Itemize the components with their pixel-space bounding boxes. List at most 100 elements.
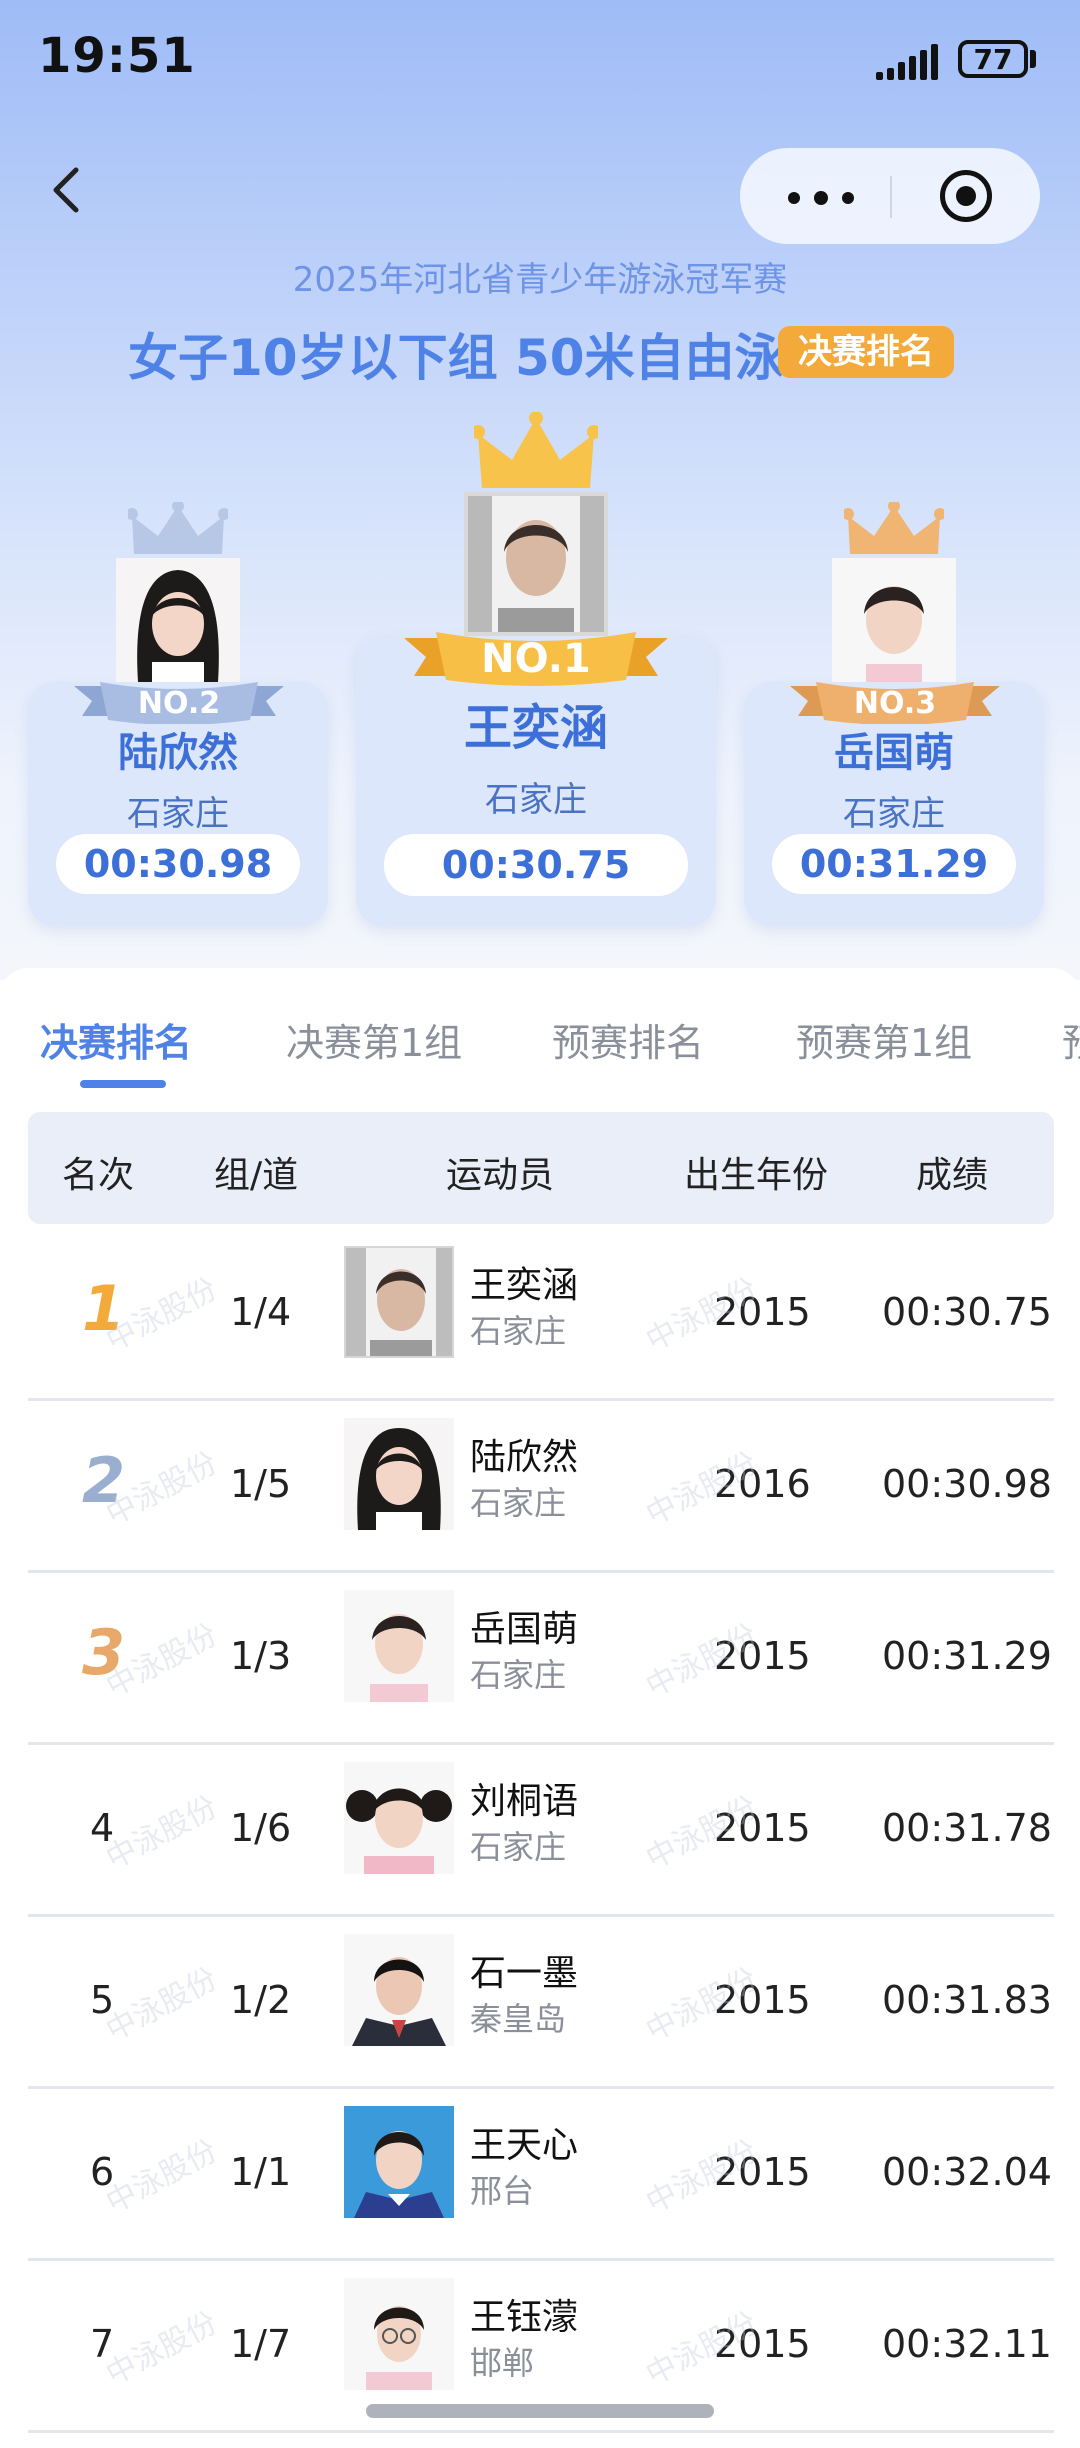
home-indicator[interactable] xyxy=(366,2404,714,2418)
header-rank: 名次 xyxy=(62,1155,135,1196)
chevron-left-icon xyxy=(53,167,79,213)
athlete-city: 石家庄 xyxy=(470,1656,567,1694)
podium-name: 陆欣然 xyxy=(118,730,238,776)
result-time: 00:30.98 xyxy=(882,1462,1052,1506)
athlete-city: 石家庄 xyxy=(470,1484,567,1522)
table-row[interactable]: 4 1/6 刘桐语 石家庄 2015 00:31.78 xyxy=(28,1742,1054,1917)
birth-year: 2015 xyxy=(714,2150,811,2194)
result-time: 00:32.11 xyxy=(882,2322,1052,2366)
podium-time: 00:30.75 xyxy=(384,834,688,896)
avatar xyxy=(344,1246,454,1358)
lane: 1/7 xyxy=(230,2322,292,2366)
table-row[interactable]: 6 1/1 王天心 邢台 2015 00:32.04 xyxy=(28,2086,1054,2261)
birth-year: 2016 xyxy=(714,1462,811,1506)
athlete-city: 石家庄 xyxy=(470,1828,567,1866)
avatar xyxy=(344,1418,454,1530)
avatar xyxy=(344,1590,454,1702)
capsule-divider xyxy=(890,176,892,218)
podium-time: 00:31.29 xyxy=(772,834,1016,894)
close-miniapp-icon[interactable] xyxy=(940,170,992,222)
athlete-portrait xyxy=(468,496,604,632)
avatar xyxy=(344,1762,454,1874)
lane: 1/1 xyxy=(230,2150,292,2194)
podium-photo-third xyxy=(832,558,956,682)
podium-name: 岳国萌 xyxy=(834,730,954,776)
athlete-name: 刘桐语 xyxy=(470,1781,579,1822)
birth-year: 2015 xyxy=(714,1978,811,2022)
rank: 7 xyxy=(90,2322,115,2366)
birth-year: 2015 xyxy=(714,2322,811,2366)
crown-bronze-icon xyxy=(844,502,944,554)
podium-photo-first xyxy=(464,492,608,636)
ribbon-first: NO.1 xyxy=(404,630,668,686)
avatar xyxy=(344,1934,454,2046)
tab-final-group-1[interactable]: 决赛第1组 xyxy=(286,1012,462,1067)
athlete-portrait xyxy=(116,558,240,682)
header-lane: 组/道 xyxy=(214,1155,299,1196)
athlete-city: 秦皇岛 xyxy=(470,2000,567,2038)
rank: 4 xyxy=(90,1806,115,1850)
athlete-city: 邯郸 xyxy=(470,2344,535,2382)
table-row[interactable]: 2 1/5 陆欣然 石家庄 2016 00:30.98 xyxy=(28,1398,1054,1573)
battery-icon: 77 xyxy=(958,40,1028,78)
ribbon-label: NO.1 xyxy=(481,636,591,682)
header-result: 成绩 xyxy=(916,1155,989,1196)
athlete-name: 陆欣然 xyxy=(470,1437,579,1478)
result-time: 00:30.75 xyxy=(882,1290,1052,1334)
table-row[interactable]: 5 1/2 石一墨 秦皇岛 2015 00:31.83 xyxy=(28,1914,1054,2089)
podium-city: 石家庄 xyxy=(485,780,587,820)
result-time: 00:31.29 xyxy=(882,1634,1052,1678)
event-name: 2025年河北省青少年游泳冠军赛 xyxy=(292,260,788,300)
athlete-name: 王奕涵 xyxy=(470,1265,579,1306)
result-time: 00:32.04 xyxy=(882,2150,1052,2194)
lane: 1/4 xyxy=(230,1290,292,1334)
active-tab-indicator xyxy=(80,1080,166,1088)
rank-medal-gold: 1 xyxy=(82,1272,126,1345)
podium-name: 王奕涵 xyxy=(463,700,608,756)
tab-final-ranking[interactable]: 决赛排名 xyxy=(40,1012,192,1067)
athlete-name: 岳国萌 xyxy=(470,1609,579,1650)
crown-gold-icon xyxy=(474,412,598,488)
lane: 1/6 xyxy=(230,1806,292,1850)
result-time: 00:31.83 xyxy=(882,1978,1052,2022)
athlete-city: 邢台 xyxy=(470,2172,535,2210)
rank: 6 xyxy=(90,2150,115,2194)
podium-city: 石家庄 xyxy=(843,794,945,834)
podium-city: 石家庄 xyxy=(127,794,229,834)
ribbon-label: NO.3 xyxy=(853,686,937,721)
result-time: 00:31.78 xyxy=(882,1806,1052,1850)
tab-heats-ranking[interactable]: 预赛排名 xyxy=(552,1012,704,1067)
table-row[interactable]: 3 1/3 岳国萌 石家庄 2015 00:31.29 xyxy=(28,1570,1054,1745)
athlete-city: 石家庄 xyxy=(470,1312,567,1350)
athlete-name: 王天心 xyxy=(470,2125,579,2166)
battery-tip xyxy=(1030,50,1036,68)
more-icon[interactable] xyxy=(788,186,858,206)
birth-year: 2015 xyxy=(714,1634,811,1678)
tab-more[interactable]: 预 xyxy=(1062,1012,1080,1067)
rank-medal-bronze: 3 xyxy=(82,1616,126,1689)
lane: 1/3 xyxy=(230,1634,292,1678)
tab-heats-group-1[interactable]: 预赛第1组 xyxy=(796,1012,972,1067)
lane: 1/2 xyxy=(230,1978,292,2022)
table-row[interactable]: 1 1/4 王奕涵 石家庄 2015 00:30.75 xyxy=(28,1226,1054,1401)
podium-photo-second xyxy=(116,558,240,682)
ribbon-second: NO.2 xyxy=(74,680,284,724)
athlete-portrait xyxy=(832,558,956,682)
athlete-name: 王钰濛 xyxy=(470,2297,579,2338)
lane: 1/5 xyxy=(230,1462,292,1506)
signal-icon xyxy=(876,40,946,80)
status-time: 19:51 xyxy=(38,28,196,84)
avatar xyxy=(344,2106,454,2218)
rank-medal-silver: 2 xyxy=(82,1444,126,1517)
ribbon-label: NO.2 xyxy=(137,686,221,721)
back-button[interactable] xyxy=(40,160,100,220)
athlete-name: 石一墨 xyxy=(470,1953,579,1994)
header-birth-year: 出生年份 xyxy=(684,1155,829,1196)
race-title: 女子10岁以下组 50米自由泳 xyxy=(128,329,785,387)
birth-year: 2015 xyxy=(714,1806,811,1850)
crown-silver-icon xyxy=(128,502,228,554)
final-ranking-badge: 决赛排名 xyxy=(778,326,954,378)
birth-year: 2015 xyxy=(714,1290,811,1334)
miniapp-capsule xyxy=(740,148,1040,244)
rank: 5 xyxy=(90,1978,115,2022)
